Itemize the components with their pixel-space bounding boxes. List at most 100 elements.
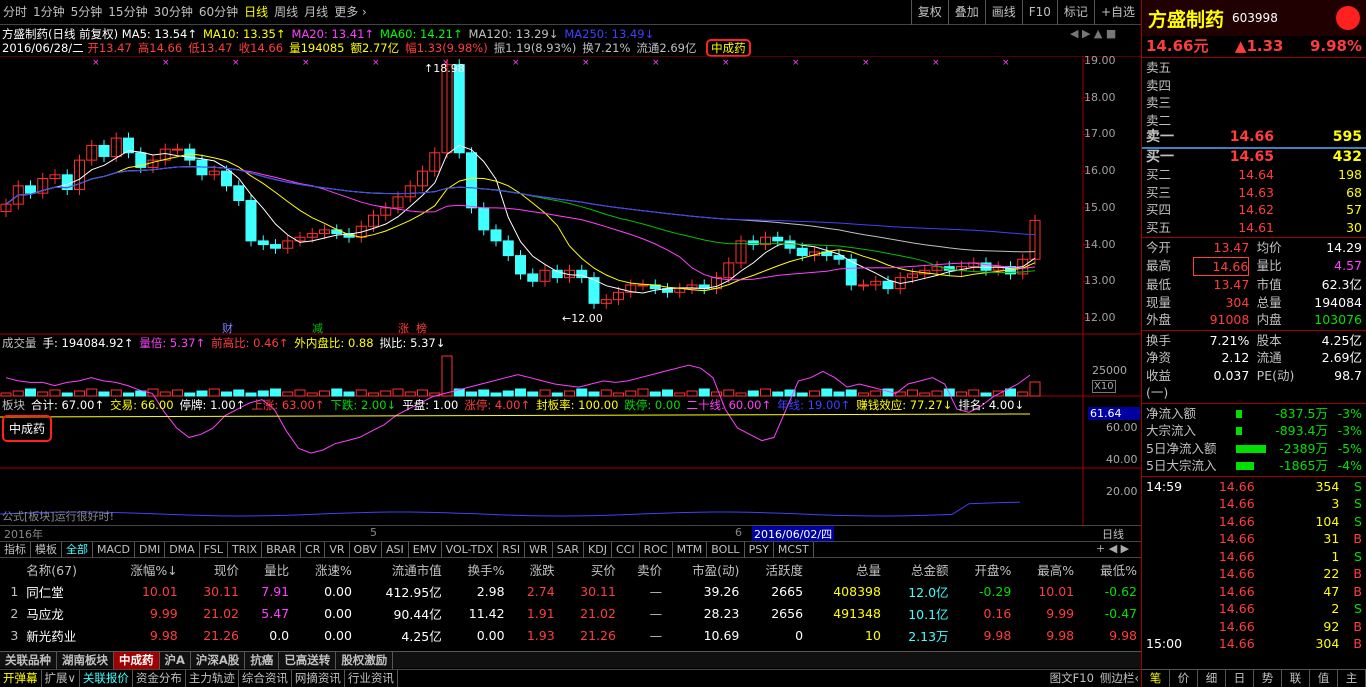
status-tab-2[interactable]: 关联报价 bbox=[80, 670, 133, 687]
index-tab-1[interactable]: 模板 bbox=[31, 542, 62, 558]
status-tab-7[interactable]: 行业资讯 bbox=[345, 670, 398, 687]
sector-tab-3[interactable]: 沪A bbox=[160, 652, 191, 669]
panel-tab-4[interactable]: 势 bbox=[1254, 670, 1282, 687]
period-tab-4[interactable]: 30分钟 bbox=[154, 0, 193, 25]
index-tab-12[interactable]: ASI bbox=[382, 542, 409, 558]
kline-chart[interactable]: × × × × × × × × × × × × × × bbox=[0, 56, 1141, 528]
index-tab-5[interactable]: DMA bbox=[165, 542, 200, 558]
sector-tab-0[interactable]: 关联品种 bbox=[0, 652, 57, 669]
col-header-7[interactable]: 换手% bbox=[446, 558, 509, 580]
period-tab-3[interactable]: 15分钟 bbox=[108, 0, 147, 25]
col-header-6[interactable]: 流通市值 bbox=[356, 558, 446, 580]
status-right-0[interactable]: 图文F10 bbox=[1050, 671, 1094, 685]
status-tab-5[interactable]: 综合资讯 bbox=[239, 670, 292, 687]
table-row[interactable]: 2 马应龙 9.99 21.02 5.47 0.00 90.44亿 11.42 1.91 21.0… bbox=[0, 602, 1141, 624]
index-tab-11[interactable]: OBV bbox=[350, 542, 382, 558]
sector-tab-5[interactable]: 抗癌 bbox=[245, 652, 280, 669]
period-tab-8[interactable]: 月线 bbox=[304, 0, 328, 25]
panel-tab-3[interactable]: 日 bbox=[1226, 670, 1254, 687]
panel-tab-5[interactable]: 联 bbox=[1282, 670, 1310, 687]
index-tab-8[interactable]: BRAR bbox=[262, 542, 302, 558]
event-0[interactable]: 财 bbox=[222, 320, 233, 336]
period-tab-7[interactable]: 周线 bbox=[274, 0, 298, 25]
col-header-10[interactable]: 卖价 bbox=[620, 558, 666, 580]
buy-level-0[interactable]: 买一 14.65 432 bbox=[1142, 149, 1366, 167]
panel-tab-0[interactable]: 笔 bbox=[1142, 670, 1170, 687]
sector-tab-7[interactable]: 股权激励 bbox=[336, 652, 394, 669]
index-tab-21[interactable]: MTM bbox=[673, 542, 708, 558]
sell-level-2[interactable]: 卖三 bbox=[1142, 94, 1366, 112]
col-header-14[interactable]: 总金额 bbox=[885, 558, 953, 580]
indicator-tag[interactable]: 中成药 bbox=[2, 415, 53, 442]
status-tab-6[interactable]: 网摘资讯 bbox=[292, 670, 345, 687]
index-tab-4[interactable]: DMI bbox=[135, 542, 166, 558]
index-tab-17[interactable]: SAR bbox=[553, 542, 585, 558]
index-tab-23[interactable]: PSY bbox=[745, 542, 774, 558]
index-tab-22[interactable]: BOLL bbox=[707, 542, 745, 558]
index-tab-6[interactable]: FSL bbox=[200, 542, 228, 558]
panel-tab-2[interactable]: 细 bbox=[1198, 670, 1226, 687]
sell-level-4[interactable]: 卖一 14.66 595 bbox=[1142, 129, 1366, 147]
col-header-11[interactable]: 市盈(动) bbox=[666, 558, 743, 580]
index-tab-3[interactable]: MACD bbox=[93, 542, 135, 558]
sell-level-3[interactable]: 卖二 bbox=[1142, 112, 1366, 130]
index-tab-0[interactable]: 指标 bbox=[0, 542, 31, 558]
sector-tab-1[interactable]: 湖南板块 bbox=[57, 652, 114, 669]
sector-tab-4[interactable]: 沪深A股 bbox=[191, 652, 246, 669]
period-tab-1[interactable]: 1分钟 bbox=[33, 0, 65, 25]
index-tab-18[interactable]: KDJ bbox=[584, 542, 612, 558]
panel-tab-6[interactable]: 值 bbox=[1310, 670, 1338, 687]
buy-level-2[interactable]: 买三 14.63 68 bbox=[1142, 184, 1366, 202]
action-2[interactable]: 画线 bbox=[984, 0, 1022, 25]
col-header-3[interactable]: 现价 bbox=[182, 558, 243, 580]
table-row[interactable]: 1 同仁堂 10.01 30.11 7.91 0.00 412.95亿 2.98 2.74 30.… bbox=[0, 580, 1141, 602]
tab-scroll-arrows[interactable]: + ◀ ▶ bbox=[1096, 542, 1129, 555]
index-tab-10[interactable]: VR bbox=[325, 542, 350, 558]
index-tab-24[interactable]: MCST bbox=[774, 542, 814, 558]
index-tab-7[interactable]: TRIX bbox=[228, 542, 263, 558]
sector-tab-6[interactable]: 已高送转 bbox=[279, 652, 337, 669]
action-5[interactable]: +自选 bbox=[1093, 0, 1141, 25]
panel-tab-1[interactable]: 价 bbox=[1170, 670, 1198, 687]
status-right-1[interactable]: 侧边栏‹ bbox=[1100, 671, 1139, 685]
index-tab-19[interactable]: CCI bbox=[612, 542, 640, 558]
col-header-8[interactable]: 涨跌 bbox=[509, 558, 559, 580]
index-tab-20[interactable]: ROC bbox=[640, 542, 673, 558]
status-tab-3[interactable]: 资金分布 bbox=[133, 670, 186, 687]
sector-tab-2[interactable]: 中成药 bbox=[114, 652, 160, 669]
status-tab-4[interactable]: 主力轨迹 bbox=[186, 670, 239, 687]
status-tab-0[interactable]: 开弹幕 bbox=[0, 670, 42, 687]
index-tab-2[interactable]: 全部 bbox=[62, 542, 93, 558]
col-header-9[interactable]: 买价 bbox=[559, 558, 620, 580]
period-button[interactable]: 日线 bbox=[1102, 526, 1124, 542]
event-2[interactable]: 涨 bbox=[398, 320, 409, 336]
action-4[interactable]: 标记 bbox=[1056, 0, 1094, 25]
buy-level-3[interactable]: 买四 14.62 57 bbox=[1142, 201, 1366, 219]
col-header-15[interactable]: 开盘% bbox=[953, 558, 1016, 580]
col-header-13[interactable]: 总量 bbox=[807, 558, 885, 580]
action-0[interactable]: 复权 bbox=[910, 0, 948, 25]
sell-level-0[interactable]: 卖五 bbox=[1142, 59, 1366, 77]
index-tab-13[interactable]: EMV bbox=[409, 542, 442, 558]
index-tab-9[interactable]: CR bbox=[301, 542, 326, 558]
period-tab-6[interactable]: 日线 bbox=[244, 0, 268, 25]
period-tab-0[interactable]: 分时 bbox=[3, 0, 27, 25]
period-tab-5[interactable]: 60分钟 bbox=[199, 0, 238, 25]
col-header-4[interactable]: 量比 bbox=[243, 558, 293, 580]
buy-level-1[interactable]: 买二 14.64 198 bbox=[1142, 166, 1366, 184]
event-3[interactable]: 榜 bbox=[416, 320, 427, 336]
action-3[interactable]: F10 bbox=[1021, 0, 1057, 25]
panel-tab-7[interactable]: 主 bbox=[1338, 670, 1366, 687]
buy-level-4[interactable]: 买五 14.61 30 bbox=[1142, 219, 1366, 237]
period-tab-9[interactable]: 更多 › bbox=[334, 0, 367, 25]
col-header-5[interactable]: 涨速% bbox=[293, 558, 356, 580]
status-tab-1[interactable]: 扩展∨ bbox=[42, 670, 80, 687]
index-tab-16[interactable]: WR bbox=[525, 542, 553, 558]
action-1[interactable]: 叠加 bbox=[947, 0, 985, 25]
sector-tag[interactable]: 中成药 bbox=[706, 39, 751, 57]
col-header-12[interactable]: 活跃度 bbox=[743, 558, 807, 580]
index-tab-14[interactable]: VOL-TDX bbox=[442, 542, 499, 558]
col-header-16[interactable]: 最高% bbox=[1015, 558, 1078, 580]
index-tab-15[interactable]: RSI bbox=[498, 542, 526, 558]
sell-level-1[interactable]: 卖四 bbox=[1142, 77, 1366, 95]
